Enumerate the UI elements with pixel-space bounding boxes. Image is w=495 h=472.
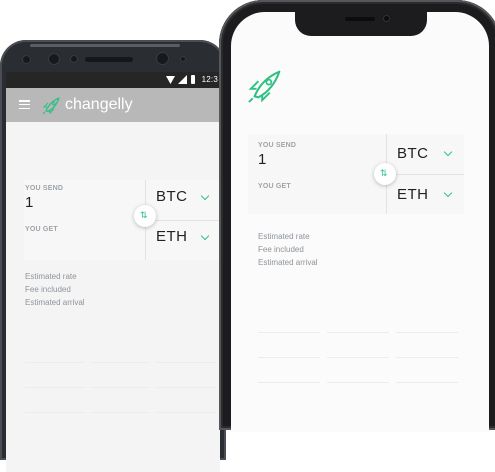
front-camera-icon bbox=[48, 53, 60, 65]
divider bbox=[145, 220, 220, 221]
swap-button[interactable]: ⇅ bbox=[374, 163, 396, 185]
divider bbox=[258, 382, 320, 383]
divider bbox=[90, 362, 150, 363]
get-coin-select[interactable]: ETH bbox=[397, 186, 429, 203]
estimated-arrival-label: Estimated arrival bbox=[258, 258, 318, 267]
signal-icon bbox=[178, 75, 187, 84]
divider bbox=[90, 387, 150, 388]
sensor-icon bbox=[70, 55, 78, 63]
android-screen: 12:3 changelly YOU SEND 1 BTC YOU GET ET… bbox=[6, 72, 220, 472]
sensor-icon bbox=[180, 56, 186, 62]
divider bbox=[327, 382, 389, 383]
you-get-label: YOU GET bbox=[258, 183, 291, 190]
notch bbox=[295, 12, 427, 36]
send-coin-select[interactable]: BTC bbox=[397, 145, 429, 162]
divider bbox=[156, 387, 216, 388]
divider bbox=[396, 332, 458, 333]
send-amount-input[interactable]: 1 bbox=[25, 194, 33, 211]
app-toolbar: changelly bbox=[6, 88, 220, 122]
divider bbox=[386, 174, 464, 175]
estimated-rate-label: Estimated rate bbox=[258, 232, 310, 241]
rocket-icon bbox=[248, 70, 281, 103]
android-phone-frame: 12:3 changelly YOU SEND 1 BTC YOU GET ET… bbox=[0, 40, 226, 472]
wifi-icon bbox=[166, 76, 175, 84]
swap-arrows-icon: ⇅ bbox=[140, 211, 148, 221]
status-time: 12:3 bbox=[201, 75, 218, 84]
divider bbox=[156, 412, 216, 413]
divider bbox=[327, 357, 389, 358]
you-send-label: YOU SEND bbox=[25, 185, 64, 192]
rocket-icon bbox=[42, 97, 60, 115]
swap-arrows-icon: ⇅ bbox=[380, 169, 388, 179]
divider bbox=[90, 412, 150, 413]
brand-name: changelly bbox=[65, 96, 133, 113]
earpiece-speaker bbox=[85, 57, 133, 62]
you-send-label: YOU SEND bbox=[258, 142, 297, 149]
fee-included-label: Fee included bbox=[25, 285, 71, 294]
swap-button[interactable]: ⇅ bbox=[134, 205, 156, 227]
status-bar: 12:3 bbox=[6, 72, 220, 88]
divider bbox=[258, 357, 320, 358]
you-get-label: YOU GET bbox=[25, 226, 58, 233]
earpiece-speaker bbox=[345, 17, 375, 21]
divider bbox=[396, 382, 458, 383]
divider bbox=[258, 332, 320, 333]
fee-included-label: Fee included bbox=[258, 245, 304, 254]
bezel-highlight bbox=[30, 44, 180, 47]
front-camera-icon bbox=[383, 15, 390, 22]
estimated-rate-label: Estimated rate bbox=[25, 272, 77, 281]
sensor-icon bbox=[22, 55, 31, 64]
send-coin-select[interactable]: BTC bbox=[156, 188, 188, 205]
battery-icon bbox=[191, 75, 195, 84]
divider bbox=[25, 387, 85, 388]
hamburger-icon[interactable] bbox=[19, 100, 30, 110]
estimated-arrival-label: Estimated arrival bbox=[25, 298, 85, 307]
divider bbox=[25, 362, 85, 363]
divider bbox=[156, 362, 216, 363]
camera-icon bbox=[156, 52, 169, 65]
iphone-frame: YOU SEND 1 BTC YOU GET ETH ⇅ Estimated r… bbox=[219, 0, 495, 432]
divider bbox=[25, 412, 85, 413]
iphone-screen: YOU SEND 1 BTC YOU GET ETH ⇅ Estimated r… bbox=[231, 12, 489, 432]
send-amount-input[interactable]: 1 bbox=[258, 151, 266, 168]
divider bbox=[327, 332, 389, 333]
divider bbox=[396, 357, 458, 358]
get-coin-select[interactable]: ETH bbox=[156, 228, 188, 245]
